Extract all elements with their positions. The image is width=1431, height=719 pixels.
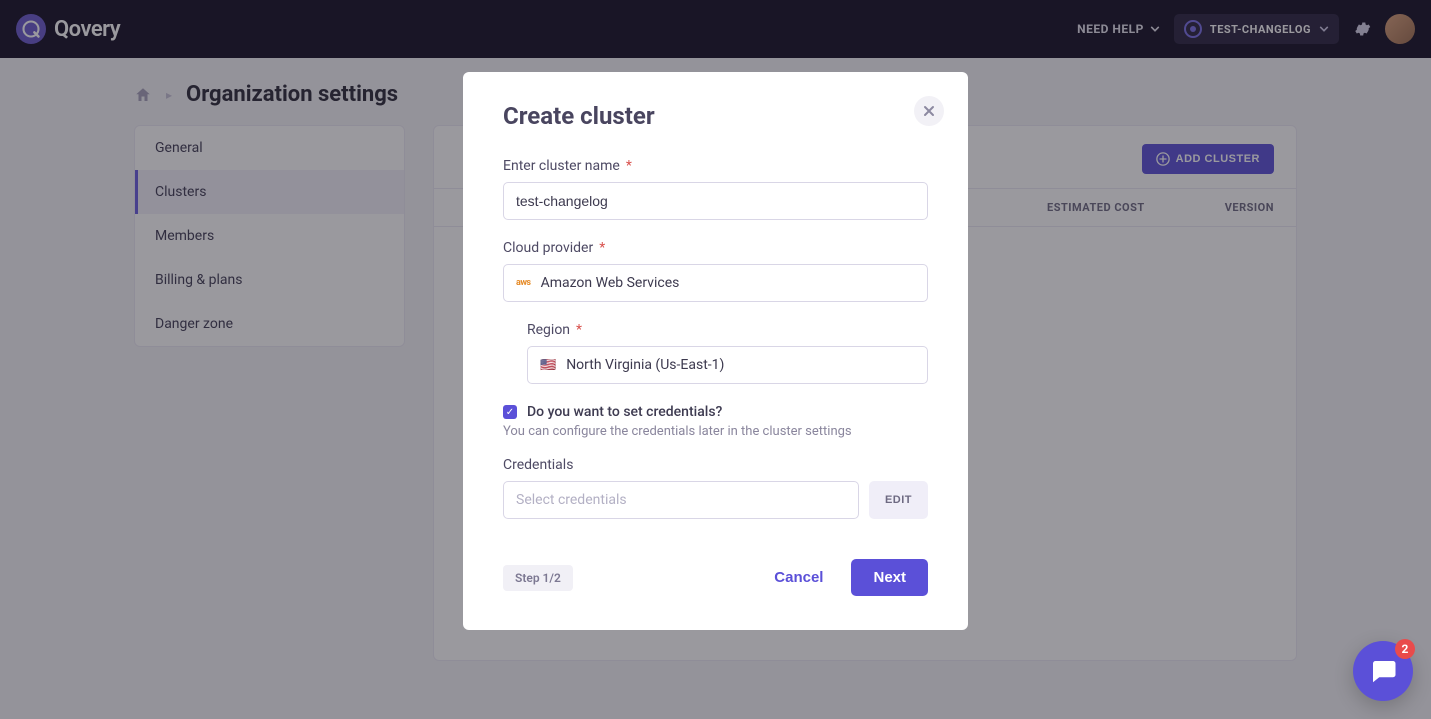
credentials-field: Credentials Select credentials EDIT: [503, 457, 928, 519]
close-icon: [923, 105, 935, 117]
edit-credentials-button[interactable]: EDIT: [869, 481, 928, 519]
region-value: North Virginia (Us-East-1): [566, 357, 724, 373]
region-label: Region *: [527, 322, 928, 338]
step-indicator: Step 1/2: [503, 565, 573, 591]
credentials-label: Credentials: [503, 457, 928, 473]
credentials-row: Select credentials EDIT: [503, 481, 928, 519]
modal-overlay: Create cluster Enter cluster name * Clou…: [0, 0, 1431, 719]
credentials-select[interactable]: Select credentials: [503, 481, 859, 519]
cluster-name-input[interactable]: [503, 182, 928, 220]
credentials-placeholder: Select credentials: [516, 492, 627, 508]
close-button[interactable]: [914, 96, 944, 126]
region-select[interactable]: 🇺🇸 North Virginia (Us-East-1): [527, 346, 928, 384]
provider-field: Cloud provider * aws Amazon Web Services: [503, 240, 928, 302]
checkbox-label: Do you want to set credentials?: [527, 404, 722, 420]
required-marker: *: [599, 240, 605, 256]
modal-footer: Step 1/2 Cancel Next: [503, 559, 928, 596]
modal-title: Create cluster: [503, 102, 928, 130]
provider-label: Cloud provider *: [503, 240, 928, 256]
required-marker: *: [626, 158, 632, 174]
create-cluster-modal: Create cluster Enter cluster name * Clou…: [463, 72, 968, 630]
provider-value: Amazon Web Services: [541, 275, 680, 291]
aws-icon: aws: [516, 278, 531, 288]
chat-icon: [1368, 656, 1398, 686]
credentials-checkbox-row[interactable]: ✓ Do you want to set credentials?: [503, 404, 928, 420]
next-button[interactable]: Next: [851, 559, 928, 596]
chat-widget[interactable]: 2: [1353, 641, 1413, 701]
credentials-hint: You can configure the credentials later …: [503, 424, 928, 439]
cluster-name-label: Enter cluster name *: [503, 158, 928, 174]
flag-icon: 🇺🇸: [540, 358, 556, 373]
label-text: Region: [527, 322, 570, 338]
region-field: Region * 🇺🇸 North Virginia (Us-East-1): [503, 322, 928, 384]
cancel-label: Cancel: [774, 569, 823, 586]
cluster-name-field: Enter cluster name *: [503, 158, 928, 220]
provider-select[interactable]: aws Amazon Web Services: [503, 264, 928, 302]
next-label: Next: [873, 569, 906, 586]
required-marker: *: [576, 322, 582, 338]
label-text: Enter cluster name: [503, 158, 620, 174]
label-text: Cloud provider: [503, 240, 593, 256]
cancel-button[interactable]: Cancel: [760, 559, 837, 596]
edit-label: EDIT: [885, 494, 912, 506]
chat-badge: 2: [1395, 639, 1415, 659]
checkbox-checked-icon: ✓: [503, 405, 517, 419]
label-text: Credentials: [503, 457, 573, 473]
